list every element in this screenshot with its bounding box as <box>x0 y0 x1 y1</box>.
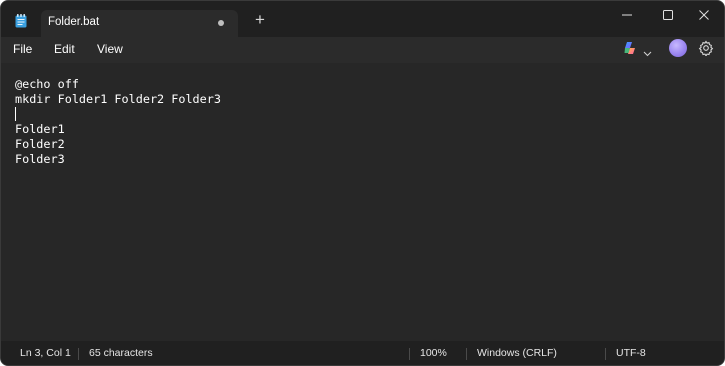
tab-folder-bat[interactable]: Folder.bat <box>41 10 238 37</box>
line-ending[interactable]: Windows (CRLF) <box>477 347 557 359</box>
settings-gear-icon[interactable] <box>698 40 714 57</box>
menu-view[interactable]: View <box>97 42 123 56</box>
new-tab-button[interactable]: + <box>252 11 268 28</box>
editor-line-5: Folder2 <box>15 137 65 151</box>
zoom-level[interactable]: 100% <box>420 347 447 359</box>
notepad-app-icon <box>15 14 27 28</box>
editor-line-1: @echo off <box>15 77 79 91</box>
editor-line-2: mkdir Folder1 Folder2 Folder3 <box>15 92 221 106</box>
status-divider <box>78 348 79 360</box>
encoding[interactable]: UTF-8 <box>616 347 646 359</box>
tab-title: Folder.bat <box>48 16 100 28</box>
cursor-position: Ln 3, Col 1 <box>20 347 71 359</box>
close-icon <box>699 10 709 20</box>
menu-bar: File Edit View <box>1 37 724 63</box>
notepad-window: Folder.bat + File Edit View @echo off mk… <box>0 0 725 366</box>
account-avatar[interactable] <box>669 39 687 57</box>
menu-edit[interactable]: Edit <box>54 42 75 56</box>
editor-line-4: Folder1 <box>15 122 65 136</box>
menu-file[interactable]: File <box>13 42 32 56</box>
minimize-button[interactable] <box>605 1 649 29</box>
chevron-down-icon[interactable] <box>643 44 652 57</box>
character-count: 65 characters <box>89 347 153 359</box>
copilot-icon[interactable] <box>622 40 638 56</box>
unsaved-dot-icon[interactable] <box>218 20 224 26</box>
text-caret <box>15 107 16 121</box>
title-bar[interactable]: Folder.bat + <box>1 1 724 37</box>
close-button[interactable] <box>682 1 724 29</box>
maximize-icon <box>663 10 673 20</box>
status-bar: Ln 3, Col 1 65 characters 100% Windows (… <box>1 341 724 365</box>
editor-line-6: Folder3 <box>15 152 65 166</box>
status-divider <box>466 348 467 360</box>
status-divider <box>409 348 410 360</box>
status-divider <box>605 348 606 360</box>
minimize-icon <box>622 14 632 16</box>
text-editor[interactable]: @echo off mkdir Folder1 Folder2 Folder3 … <box>1 63 724 341</box>
